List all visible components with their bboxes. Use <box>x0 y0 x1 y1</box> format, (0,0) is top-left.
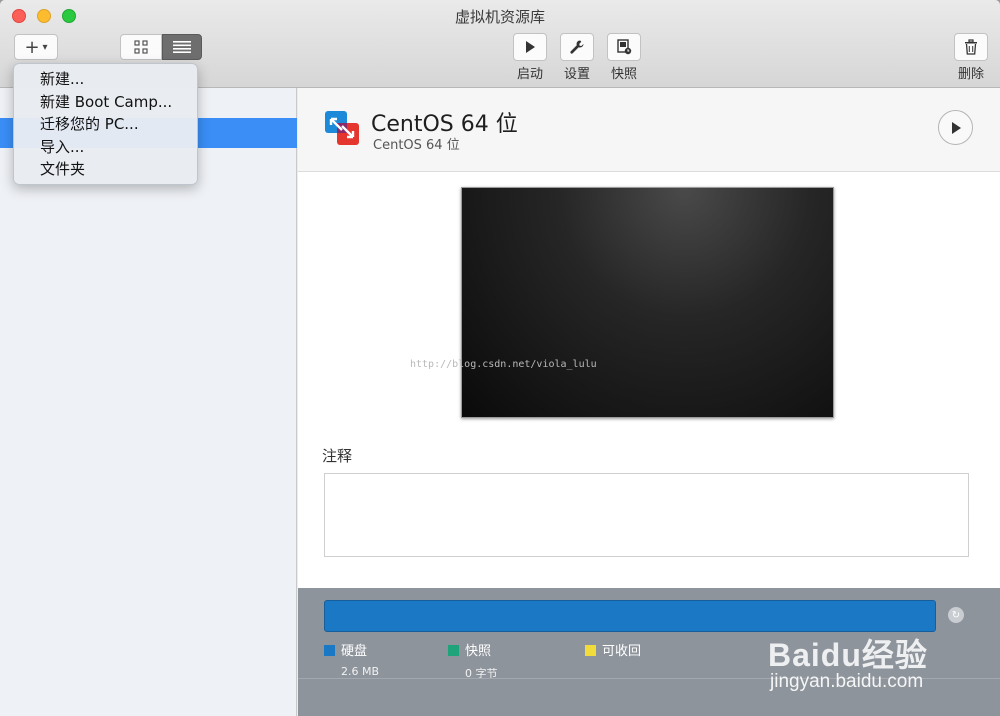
legend-reclaimable-label: 可收回 <box>602 644 642 659</box>
delete-label: 删除 <box>957 67 984 82</box>
menu-item-new-bootcamp[interactable]: 新建 Boot Camp... <box>14 91 197 114</box>
window-title: 虚拟机资源库 <box>454 8 545 26</box>
snapshot-tool: 快照 <box>604 33 644 82</box>
reclaimable-swatch <box>585 645 596 656</box>
play-icon <box>951 121 961 134</box>
legend-disk-label: 硬盘 <box>341 644 368 659</box>
legend-snapshot: 快照 0 字节 <box>448 640 498 681</box>
legend-reclaimable: 可收回 <box>585 640 641 659</box>
trash-icon <box>965 39 977 55</box>
vmware-logo-icon <box>325 111 359 145</box>
grid-view-button[interactable] <box>120 34 162 60</box>
disk-swatch <box>324 645 335 656</box>
list-view-button[interactable] <box>162 34 202 60</box>
baidu-brand: Baidu经验 <box>768 637 928 673</box>
legend-snapshot-label: 快照 <box>465 644 492 659</box>
menu-item-new[interactable]: 新建... <box>14 68 197 91</box>
start-tool: 启动 <box>510 33 550 82</box>
settings-tool: 设置 <box>557 33 597 82</box>
vm-screen-preview[interactable] <box>461 187 834 418</box>
plus-icon: + <box>24 36 40 58</box>
start-label: 启动 <box>516 67 543 82</box>
add-dropdown-menu: 新建... 新建 Boot Camp... 迁移您的 PC... 导入... 文… <box>13 63 198 185</box>
snapshot-label: 快照 <box>610 67 637 82</box>
start-button[interactable] <box>513 33 547 61</box>
menu-item-folder[interactable]: 文件夹 <box>14 158 197 181</box>
list-icon <box>173 41 191 53</box>
notes-field[interactable] <box>324 473 969 557</box>
vm-library-window: 虚拟机资源库 + ▾ 启动 设置 快照 删除 CentOS 64 位 CentO… <box>0 0 1000 716</box>
vm-os-subtitle: CentOS 64 位 <box>373 138 460 153</box>
snapshot-icon <box>617 39 632 55</box>
grid-icon <box>134 40 148 54</box>
settings-button[interactable] <box>560 33 594 61</box>
menu-item-migrate-pc[interactable]: 迁移您的 PC... <box>14 113 197 136</box>
baidu-url: jingyan.baidu.com <box>770 671 924 692</box>
menu-item-import[interactable]: 导入... <box>14 136 197 159</box>
vm-header: CentOS 64 位 CentOS 64 位 <box>298 88 1000 172</box>
delete-button[interactable] <box>954 33 988 61</box>
legend-disk-value: 2.6 MB <box>341 665 380 678</box>
baidu-watermark: Baidu经验 jingyan.baidu.com <box>768 608 998 698</box>
play-icon <box>526 41 535 53</box>
vm-start-button[interactable] <box>938 110 973 145</box>
notes-label: 注释 <box>322 447 353 465</box>
screen-watermark: http://blog.csdn.net/viola_lulu <box>410 359 597 370</box>
snapshot-button[interactable] <box>607 33 641 61</box>
snapshot-swatch <box>448 645 459 656</box>
legend-disk: 硬盘 2.6 MB <box>324 640 379 678</box>
settings-label: 设置 <box>563 67 590 82</box>
add-button[interactable]: + ▾ <box>14 34 58 60</box>
chevron-down-icon: ▾ <box>42 41 48 53</box>
wrench-icon <box>570 40 584 54</box>
delete-tool: 删除 <box>951 33 991 82</box>
